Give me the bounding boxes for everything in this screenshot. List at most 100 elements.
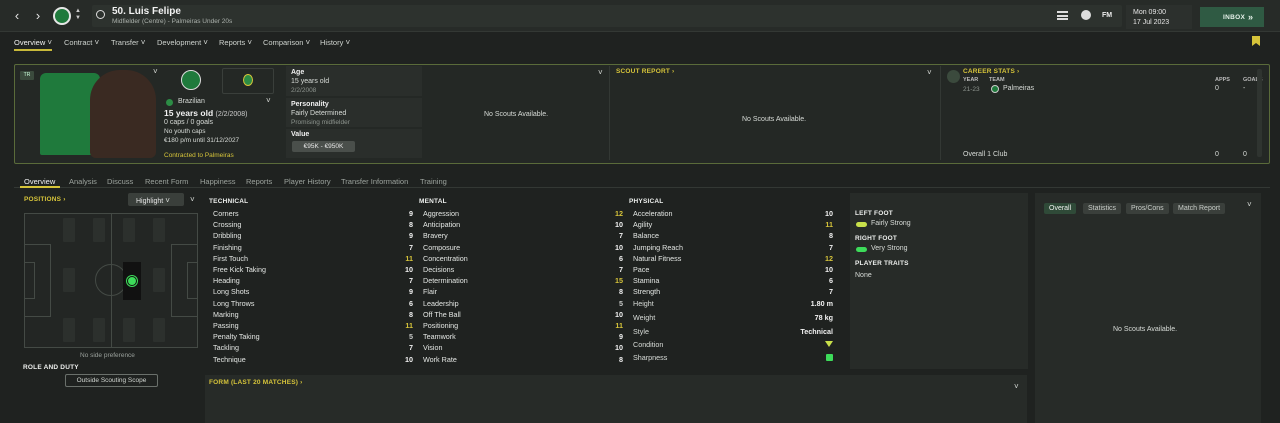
highlight-dropdown[interactable]: Highlight ˅ [128,193,184,206]
form-menu-icon[interactable]: ˅ [1014,382,1019,391]
scout-report-title[interactable]: SCOUT REPORT › [616,68,674,75]
right-foot-value: Very Strong [871,245,908,252]
physical-attr-row[interactable]: Balance 8 [633,231,833,242]
technical-attr-row[interactable]: Heading 7 [213,276,413,287]
mental-attr-row[interactable]: Leadership 5 [423,299,623,310]
mental-attr-row[interactable]: Off The Ball 10 [423,310,623,321]
mental-attr-row[interactable]: Teamwork 9 [423,332,623,343]
mental-attr-row[interactable]: Anticipation 10 [423,220,623,231]
search-icon[interactable] [96,10,105,19]
mental-attr-row[interactable]: Positioning 11 [423,321,623,332]
technical-attr-row[interactable]: Marking 8 [213,310,413,321]
player-search-bar[interactable] [92,5,1122,27]
tab-statistics[interactable]: Statistics [1083,203,1122,214]
age-label: Age [291,69,305,76]
tab-match-report[interactable]: Match Report [1173,203,1226,214]
tab-overall[interactable]: Overall [1044,203,1077,214]
profile-menu-icon[interactable]: ˅ [266,96,271,105]
tab-discuss[interactable]: Discuss [107,177,133,186]
attr-name: Passing [213,321,239,330]
scout-report-menu-icon[interactable]: ˅ [927,68,932,77]
back-icon[interactable]: ‹ [9,8,25,24]
career-overall: Overall 1 Club [963,151,1008,158]
technical-attr-row[interactable]: First Touch 11 [213,254,413,265]
club-crest-icon[interactable] [53,7,71,25]
right-report-panel [1035,193,1261,423]
menu-reports[interactable]: Reports ˅ [219,38,252,47]
physical-attr-row[interactable]: Strength 7 [633,287,833,298]
attr-value: 15 [615,276,623,286]
tab-transfer-information[interactable]: Transfer Information [341,177,408,186]
player-traits-title: PLAYER TRAITS [855,260,909,267]
forward-icon[interactable]: › [30,8,46,24]
attr-name: Free Kick Taking [213,265,266,274]
tab-happiness[interactable]: Happiness [200,177,235,186]
technical-attr-row[interactable]: Crossing 8 [213,220,413,231]
career-title[interactable]: CAREER STATS › [963,68,1019,75]
photo-menu-icon[interactable]: ˅ [153,67,158,76]
physical-attr-row[interactable]: Natural Fitness 12 [633,254,833,265]
technical-attr-row[interactable]: Technique 10 [213,355,413,366]
menu-overview[interactable]: Overview ˅ [14,38,53,51]
technical-attr-row[interactable]: Penalty Taking 5 [213,332,413,343]
physical-attr-row[interactable]: Pace 10 [633,265,833,276]
menu-icon[interactable] [1057,11,1068,20]
technical-attr-row[interactable]: Tackling 7 [213,343,413,354]
mental-attr-row[interactable]: Bravery 7 [423,231,623,242]
tab-pros-cons[interactable]: Pros/Cons [1126,203,1169,214]
attr-name: Bravery [423,231,448,241]
mental-attr-row[interactable]: Determination 15 [423,276,623,287]
career-scrollbar[interactable] [1257,69,1262,157]
contracted-to[interactable]: Contracted to Palmeiras [164,152,234,159]
scout-panel-1-menu-icon[interactable]: ˅ [598,68,603,77]
form-title[interactable]: FORM (LAST 20 MATCHES) › [209,379,303,386]
tab-training[interactable]: Training [420,177,447,186]
fm-icon[interactable]: FM [1102,12,1112,19]
tab-analysis[interactable]: Analysis [69,177,97,186]
technical-attr-row[interactable]: Dribbling 9 [213,231,413,242]
technical-attr-row[interactable]: Finishing 7 [213,243,413,254]
tab-recent-form[interactable]: Recent Form [145,177,188,186]
menu-contract[interactable]: Contract ˅ [64,38,99,47]
attr-value: 7 [829,242,833,252]
mental-attr-row[interactable]: Composure 10 [423,243,623,254]
mental-attr-row[interactable]: Work Rate 8 [423,355,623,366]
technical-attr-row[interactable]: Long Throws 6 [213,299,413,310]
technical-attr-row[interactable]: Corners 9 [213,209,413,220]
technical-attr-row[interactable]: Free Kick Taking 10 [213,265,413,276]
manager-icon[interactable] [1081,10,1091,20]
menu-development[interactable]: Development ˅ [157,38,208,47]
attr-name: Flair [423,287,437,297]
menu-comparison[interactable]: Comparison ˅ [263,38,310,47]
physical-attr-row[interactable]: Stamina 6 [633,276,833,287]
sharpness-row: Sharpness [633,353,833,364]
tab-player-history[interactable]: Player History [284,177,331,186]
physical-attr-row[interactable]: Acceleration 10 [633,209,833,220]
right-panel-menu-icon[interactable]: ˅ [1247,200,1252,209]
attr-name: Finishing [213,242,242,252]
physical-attr-row[interactable]: Jumping Reach 7 [633,243,833,254]
attr-name: First Touch [213,253,249,263]
mental-attr-row[interactable]: Aggression 12 [423,209,623,220]
club-switch-icon[interactable]: ▲ ▼ [75,8,81,22]
mental-attr-row[interactable]: Vision 10 [423,343,623,354]
attr-name: Vision [423,343,443,353]
menu-history[interactable]: History ˅ [320,38,350,47]
value-range[interactable]: €95K - €950K [292,141,355,152]
positions-title[interactable]: POSITIONS › [24,196,66,203]
physical-attr-row[interactable]: Agility 11 [633,220,833,231]
inbox-button[interactable]: INBOX » [1200,7,1264,27]
technical-attr-row[interactable]: Passing 11 [213,321,413,332]
mental-attr-row[interactable]: Concentration 6 [423,254,623,265]
club-crest-icon[interactable] [181,70,201,90]
scouting-scope-button[interactable]: Outside Scouting Scope [65,374,158,387]
tab-overview[interactable]: Overview [24,177,55,186]
positions-menu-icon[interactable]: ˅ [190,195,195,204]
tab-reports[interactable]: Reports [246,177,272,186]
mental-attr-row[interactable]: Decisions 7 [423,265,623,276]
menu-transfer[interactable]: Transfer ˅ [111,38,145,47]
career-icon [947,70,960,83]
technical-attr-row[interactable]: Long Shots 9 [213,287,413,298]
career-row-team[interactable]: Palmeiras [1003,85,1034,92]
mental-attr-row[interactable]: Flair 8 [423,287,623,298]
